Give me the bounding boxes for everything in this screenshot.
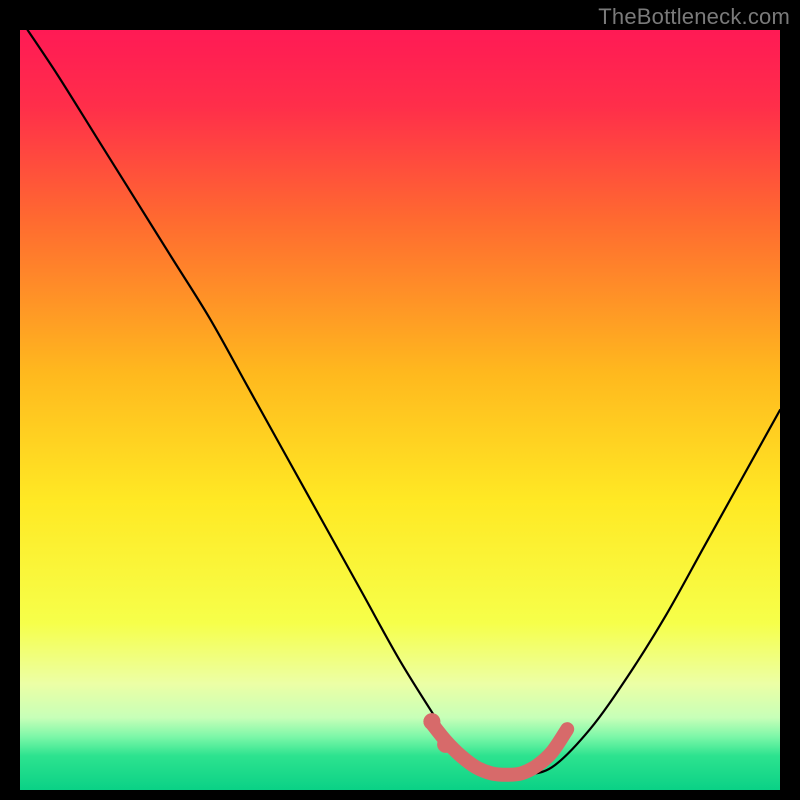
- bottleneck-plot: [20, 30, 780, 790]
- watermark-text: TheBottleneck.com: [598, 4, 790, 30]
- chart-frame: TheBottleneck.com: [0, 0, 800, 800]
- plot-svg: [20, 30, 780, 790]
